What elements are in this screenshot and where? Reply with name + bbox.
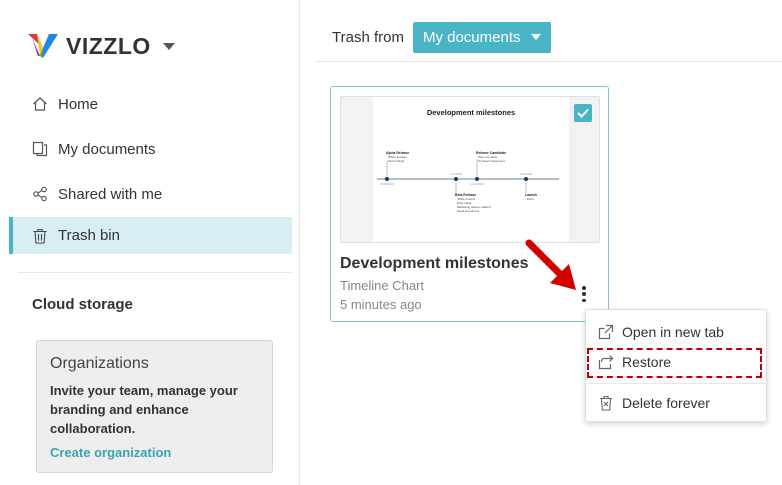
org-card-text: Invite your team, manage your branding a… — [50, 383, 238, 436]
sidebar-item-label: Home — [58, 95, 99, 113]
menu-item-label: Delete forever — [622, 395, 710, 411]
annotation-arrow-icon — [525, 239, 576, 290]
svg-text:Party: Party — [527, 197, 535, 201]
org-card-title: Organizations — [50, 355, 149, 372]
divider — [586, 383, 768, 384]
context-menu: Open in new tab Restore Delete forever — [585, 309, 768, 422]
restore-icon — [597, 353, 615, 371]
trash-icon — [31, 227, 49, 245]
menu-item-restore[interactable]: Restore — [586, 348, 768, 376]
document-timestamp: 5 minutes ago — [340, 297, 422, 312]
trash-from-label: Trash from — [332, 28, 404, 46]
divider — [18, 272, 292, 273]
cloud-storage-heading[interactable]: Cloud storage — [32, 296, 133, 313]
chevron-down-icon[interactable] — [162, 42, 175, 50]
svg-text:Seed investment: Seed investment — [457, 209, 480, 213]
sidebar-item-my-documents[interactable]: My documents — [9, 127, 292, 171]
sidebar-item-trash-bin[interactable]: Trash bin — [9, 217, 292, 254]
timeline-preview: Development milestones Alpha Release Off… — [377, 108, 559, 213]
document-type: Timeline Chart — [340, 278, 425, 293]
menu-item-label: Open in new tab — [622, 324, 724, 340]
sidebar-item-label: Shared with me — [58, 185, 163, 203]
svg-text:10/25/2020: 10/25/2020 — [380, 182, 394, 186]
sidebar: VIZZLO Home My documents Shared with me — [0, 0, 300, 485]
thumbnail-preview: Development milestones Alpha Release Off… — [373, 97, 569, 242]
svg-text:UI-travel investment: UI-travel investment — [478, 159, 505, 163]
sidebar-item-label: Trash bin — [58, 227, 120, 244]
divider — [315, 61, 782, 62]
open-new-tab-icon — [597, 323, 615, 341]
select-checkbox[interactable] — [574, 104, 592, 122]
trash-filter-bar: Trash from My documents — [315, 20, 551, 54]
sidebar-item-shared-with-me[interactable]: Shared with me — [9, 172, 292, 216]
svg-text:11/1/2020: 11/1/2020 — [450, 172, 463, 176]
svg-text:Test funding: Test funding — [388, 159, 405, 163]
vizzlo-logo-icon — [28, 34, 58, 58]
create-organization-link[interactable]: Create organization — [50, 445, 171, 460]
menu-item-open-in-new-tab[interactable]: Open in new tab — [586, 318, 768, 346]
caret-down-icon — [530, 34, 541, 40]
menu-item-delete-forever[interactable]: Delete forever — [586, 389, 768, 417]
svg-text:12/4/2020: 12/4/2020 — [520, 172, 533, 176]
menu-item-label: Restore — [622, 354, 672, 370]
brand-logo[interactable]: VIZZLO — [28, 30, 175, 62]
document-thumbnail[interactable]: Development milestones Alpha Release Off… — [340, 96, 600, 243]
sidebar-nav: Home My documents Shared with me Trash b… — [9, 82, 292, 255]
organizations-card: Organizations Invite your team, manage y… — [36, 340, 273, 473]
brand-name: VIZZLO — [66, 32, 151, 59]
sidebar-item-home[interactable]: Home — [9, 82, 292, 126]
svg-text:11/16/2020: 11/16/2020 — [470, 182, 484, 186]
checkmark-icon — [577, 108, 589, 118]
source-select[interactable]: My documents — [412, 21, 551, 53]
more-options-icon[interactable] — [579, 285, 589, 303]
documents-icon — [31, 140, 49, 158]
document-title[interactable]: Development milestones — [340, 255, 529, 273]
source-select-value: My documents — [422, 28, 521, 46]
sidebar-item-label: My documents — [58, 140, 156, 158]
delete-icon — [597, 394, 615, 412]
thumbnail-title: Development milestones — [427, 108, 515, 117]
home-icon — [31, 95, 49, 113]
share-icon — [31, 185, 49, 203]
